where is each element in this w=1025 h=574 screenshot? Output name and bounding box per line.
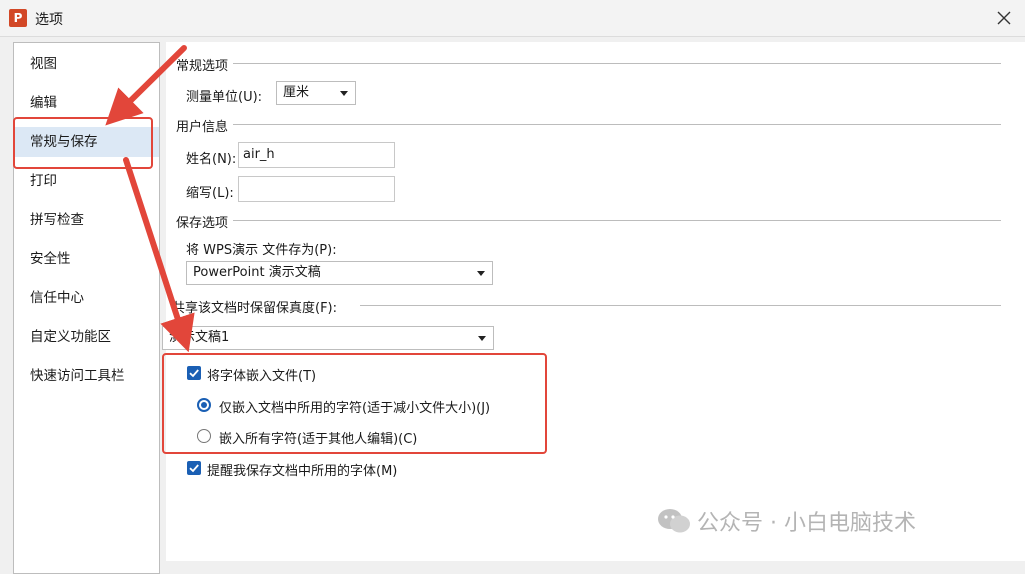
arrow-to-embed-options-icon: [123, 157, 195, 353]
watermark-text: 公众号 · 小白电脑技术: [697, 511, 916, 536]
annotation-arrows: [105, 45, 195, 353]
wechat-icon: [658, 509, 690, 533]
arrow-to-sidebar-icon: [105, 45, 187, 126]
watermark: 公众号 · 小白电脑技术: [657, 505, 916, 537]
